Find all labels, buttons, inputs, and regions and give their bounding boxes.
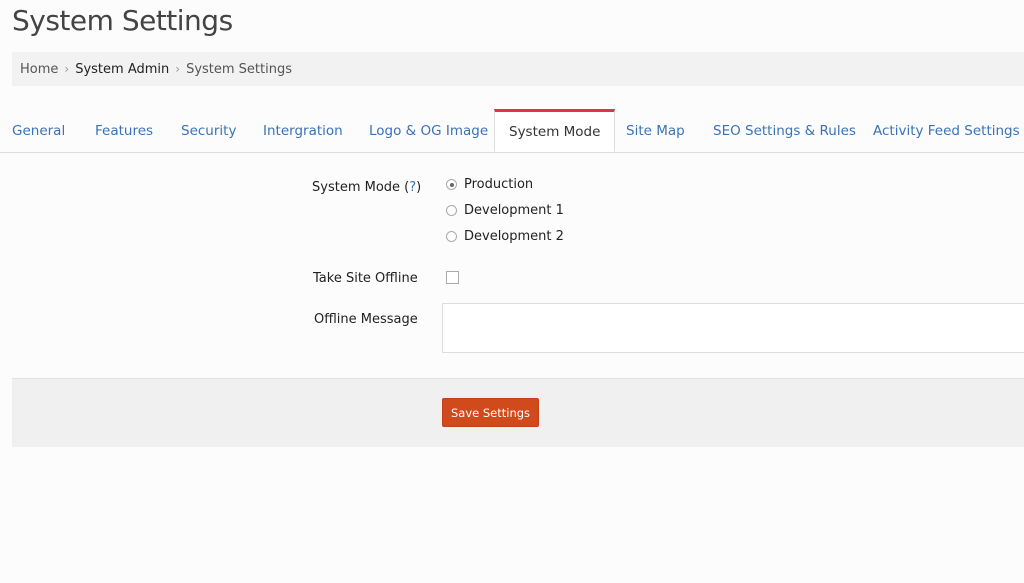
radio-label: Production (464, 177, 534, 192)
save-settings-button[interactable]: Save Settings (442, 398, 539, 427)
tab-security[interactable]: Security (181, 110, 236, 151)
radio-development-1[interactable]: Development 1 (446, 203, 564, 218)
chevron-right-icon: › (64, 62, 70, 76)
tab-seo-settings[interactable]: SEO Settings & Rules (713, 110, 856, 151)
take-offline-label: Take Site Offline (313, 271, 418, 286)
tab-features[interactable]: Features (95, 110, 153, 151)
tab-site-map[interactable]: Site Map (626, 110, 685, 151)
tab-general[interactable]: General (12, 110, 65, 151)
tab-integration[interactable]: Intergration (263, 110, 343, 151)
tab-logo-og-image[interactable]: Logo & OG Image (369, 110, 488, 151)
radio-label: Development 1 (464, 203, 564, 218)
breadcrumb-system-admin[interactable]: System Admin (75, 62, 169, 77)
offline-message-input[interactable] (442, 303, 1024, 353)
page-title: System Settings (12, 4, 233, 37)
system-mode-label: System Mode (?) (312, 180, 422, 195)
breadcrumb-home[interactable]: Home (20, 62, 58, 77)
radio-development-2[interactable]: Development 2 (446, 229, 564, 244)
radio-label: Development 2 (464, 229, 564, 244)
radio-button[interactable] (446, 231, 457, 242)
radio-button[interactable] (446, 205, 457, 216)
tab-system-mode[interactable]: System Mode (494, 109, 616, 152)
take-offline-checkbox[interactable] (446, 271, 459, 284)
radio-production[interactable]: Production (446, 177, 533, 192)
tab-activity-feed-settings[interactable]: Activity Feed Settings (873, 110, 1020, 151)
chevron-right-icon: › (175, 62, 181, 76)
offline-message-label: Offline Message (314, 312, 418, 327)
breadcrumb-current: System Settings (186, 61, 292, 77)
breadcrumb: Home › System Admin › System Settings (12, 52, 1024, 86)
settings-tabs: General Features Security Intergration L… (0, 109, 1024, 153)
radio-button[interactable] (446, 179, 457, 190)
